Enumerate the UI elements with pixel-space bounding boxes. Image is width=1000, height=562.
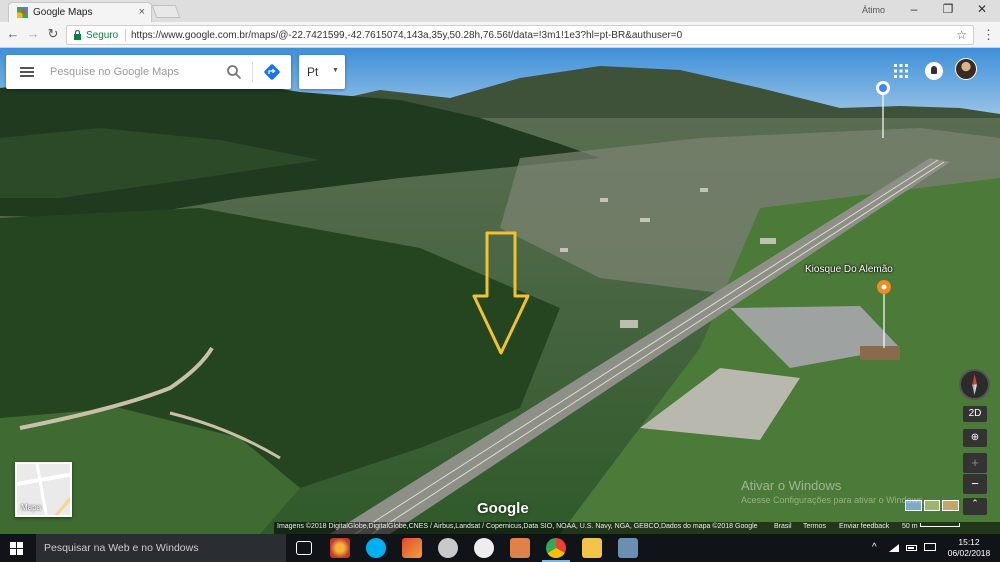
apps-grid-icon[interactable] <box>894 64 908 78</box>
tab-close-icon[interactable]: × <box>139 6 145 18</box>
view-2d-button[interactable]: 2D <box>963 406 987 422</box>
search-icon[interactable] <box>226 64 242 80</box>
taskbar-search-text: Pesquisar na Web e no Windows <box>44 542 199 554</box>
google-logo: Google <box>477 500 529 517</box>
reload-button[interactable]: ↻ <box>45 26 61 42</box>
network-icon[interactable] <box>888 543 900 553</box>
thumbnail-3[interactable] <box>942 500 960 511</box>
search-divider <box>252 62 253 82</box>
minimize-button[interactable]: – <box>900 2 928 16</box>
notifications-bell-icon[interactable] <box>925 62 943 80</box>
app-icon-1[interactable] <box>330 538 350 558</box>
clock-time: 15:12 <box>958 537 980 547</box>
windows-activation-title: Ativar o Windows <box>741 478 842 493</box>
menu-hamburger-icon[interactable] <box>20 67 34 77</box>
tray-expand-icon[interactable]: ^ <box>872 542 877 553</box>
scale-bar <box>920 523 960 527</box>
taskbar-search-box[interactable]: Pesquisar na Web e no Windows <box>36 534 286 562</box>
poi-label[interactable]: Kiosque Do Alemão <box>805 264 893 275</box>
tab-title: Google Maps <box>33 7 93 18</box>
chrome-icon[interactable] <box>546 538 566 558</box>
chrome-menu-icon[interactable]: ⋮ <box>982 27 995 43</box>
compass-needle-icon <box>972 374 977 395</box>
compass-icon[interactable] <box>959 369 990 400</box>
windows-activation-subtitle: Acesse Configurações para ativar o Windo… <box>741 495 926 505</box>
skype-icon[interactable] <box>366 538 386 558</box>
chevron-down-icon: ▼ <box>332 67 339 74</box>
clock-date: 06/02/2018 <box>947 548 991 558</box>
mini-map-label: Mapa <box>21 503 42 512</box>
app-icon-9[interactable] <box>618 538 638 558</box>
lock-icon <box>74 30 81 40</box>
satellite-3d-imagery <box>0 48 1000 534</box>
my-location-icon[interactable]: ⊕ <box>963 429 987 447</box>
app-icon-4[interactable] <box>438 538 458 558</box>
security-label: Seguro <box>86 30 119 41</box>
maximize-button[interactable]: ❐ <box>934 2 962 16</box>
zoom-out-button[interactable]: − <box>963 474 987 494</box>
system-clock[interactable]: 15:12 06/02/2018 <box>944 537 994 559</box>
back-button[interactable]: ← <box>5 26 21 41</box>
address-separator <box>125 29 126 41</box>
file-explorer-icon[interactable] <box>582 538 602 558</box>
scale-label[interactable]: 50 m <box>902 523 918 530</box>
imagery-credit: Imagens ©2018 DigitalGlobe,DigitalGlobe,… <box>277 523 758 530</box>
country-link[interactable]: Brasil <box>774 523 792 530</box>
language-select[interactable]: Pt ▼ <box>299 55 345 89</box>
app-icon-6[interactable] <box>510 538 530 558</box>
battery-icon[interactable] <box>906 543 918 553</box>
attribution-bar: Imagens ©2018 DigitalGlobe,DigitalGlobe,… <box>274 522 1000 534</box>
browser-titlebar: Google Maps × Átimo – ❐ ✕ <box>0 0 1000 22</box>
app-icon-5[interactable] <box>474 538 494 558</box>
task-view-icon[interactable] <box>296 541 312 555</box>
maps-search-input[interactable] <box>50 63 220 81</box>
bookmark-star-icon[interactable]: ☆ <box>956 28 967 42</box>
directions-icon[interactable] <box>263 63 281 81</box>
map-type-toggle[interactable]: Mapa <box>15 462 72 517</box>
map-viewport[interactable]: Pt ▼ Kiosque Do Alemão Mapa Google 2D ⊕ … <box>0 48 1000 534</box>
tab-google-maps[interactable]: Google Maps × <box>8 2 152 22</box>
windows-taskbar: Pesquisar na Web e no Windows ^ 15:12 06… <box>0 534 1000 562</box>
thumbnail-2[interactable] <box>923 500 941 511</box>
zoom-in-button[interactable]: + <box>963 453 987 473</box>
windows-start-icon[interactable] <box>10 542 23 555</box>
feedback-link[interactable]: Enviar feedback <box>839 523 889 530</box>
new-tab-button[interactable] <box>151 5 181 18</box>
expand-thumbnails-button[interactable]: ⌃ <box>963 498 987 515</box>
forward-button[interactable]: → <box>25 26 41 41</box>
app-icon-3[interactable] <box>402 538 422 558</box>
google-maps-favicon-icon <box>17 7 28 18</box>
terms-link[interactable]: Termos <box>803 523 826 530</box>
address-bar[interactable]: Seguro https://www.google.com.br/maps/@-… <box>66 25 974 45</box>
message-icon[interactable] <box>924 543 936 553</box>
language-label: Pt <box>307 65 319 79</box>
maps-search-box <box>6 55 291 89</box>
window-user-label: Átimo <box>862 5 886 15</box>
browser-toolbar: ← → ↻ Seguro https://www.google.com.br/m… <box>0 22 1000 48</box>
url-text[interactable]: https://www.google.com.br/maps/@-22.7421… <box>131 30 682 41</box>
avatar[interactable] <box>955 58 977 80</box>
close-window-button[interactable]: ✕ <box>968 2 996 16</box>
